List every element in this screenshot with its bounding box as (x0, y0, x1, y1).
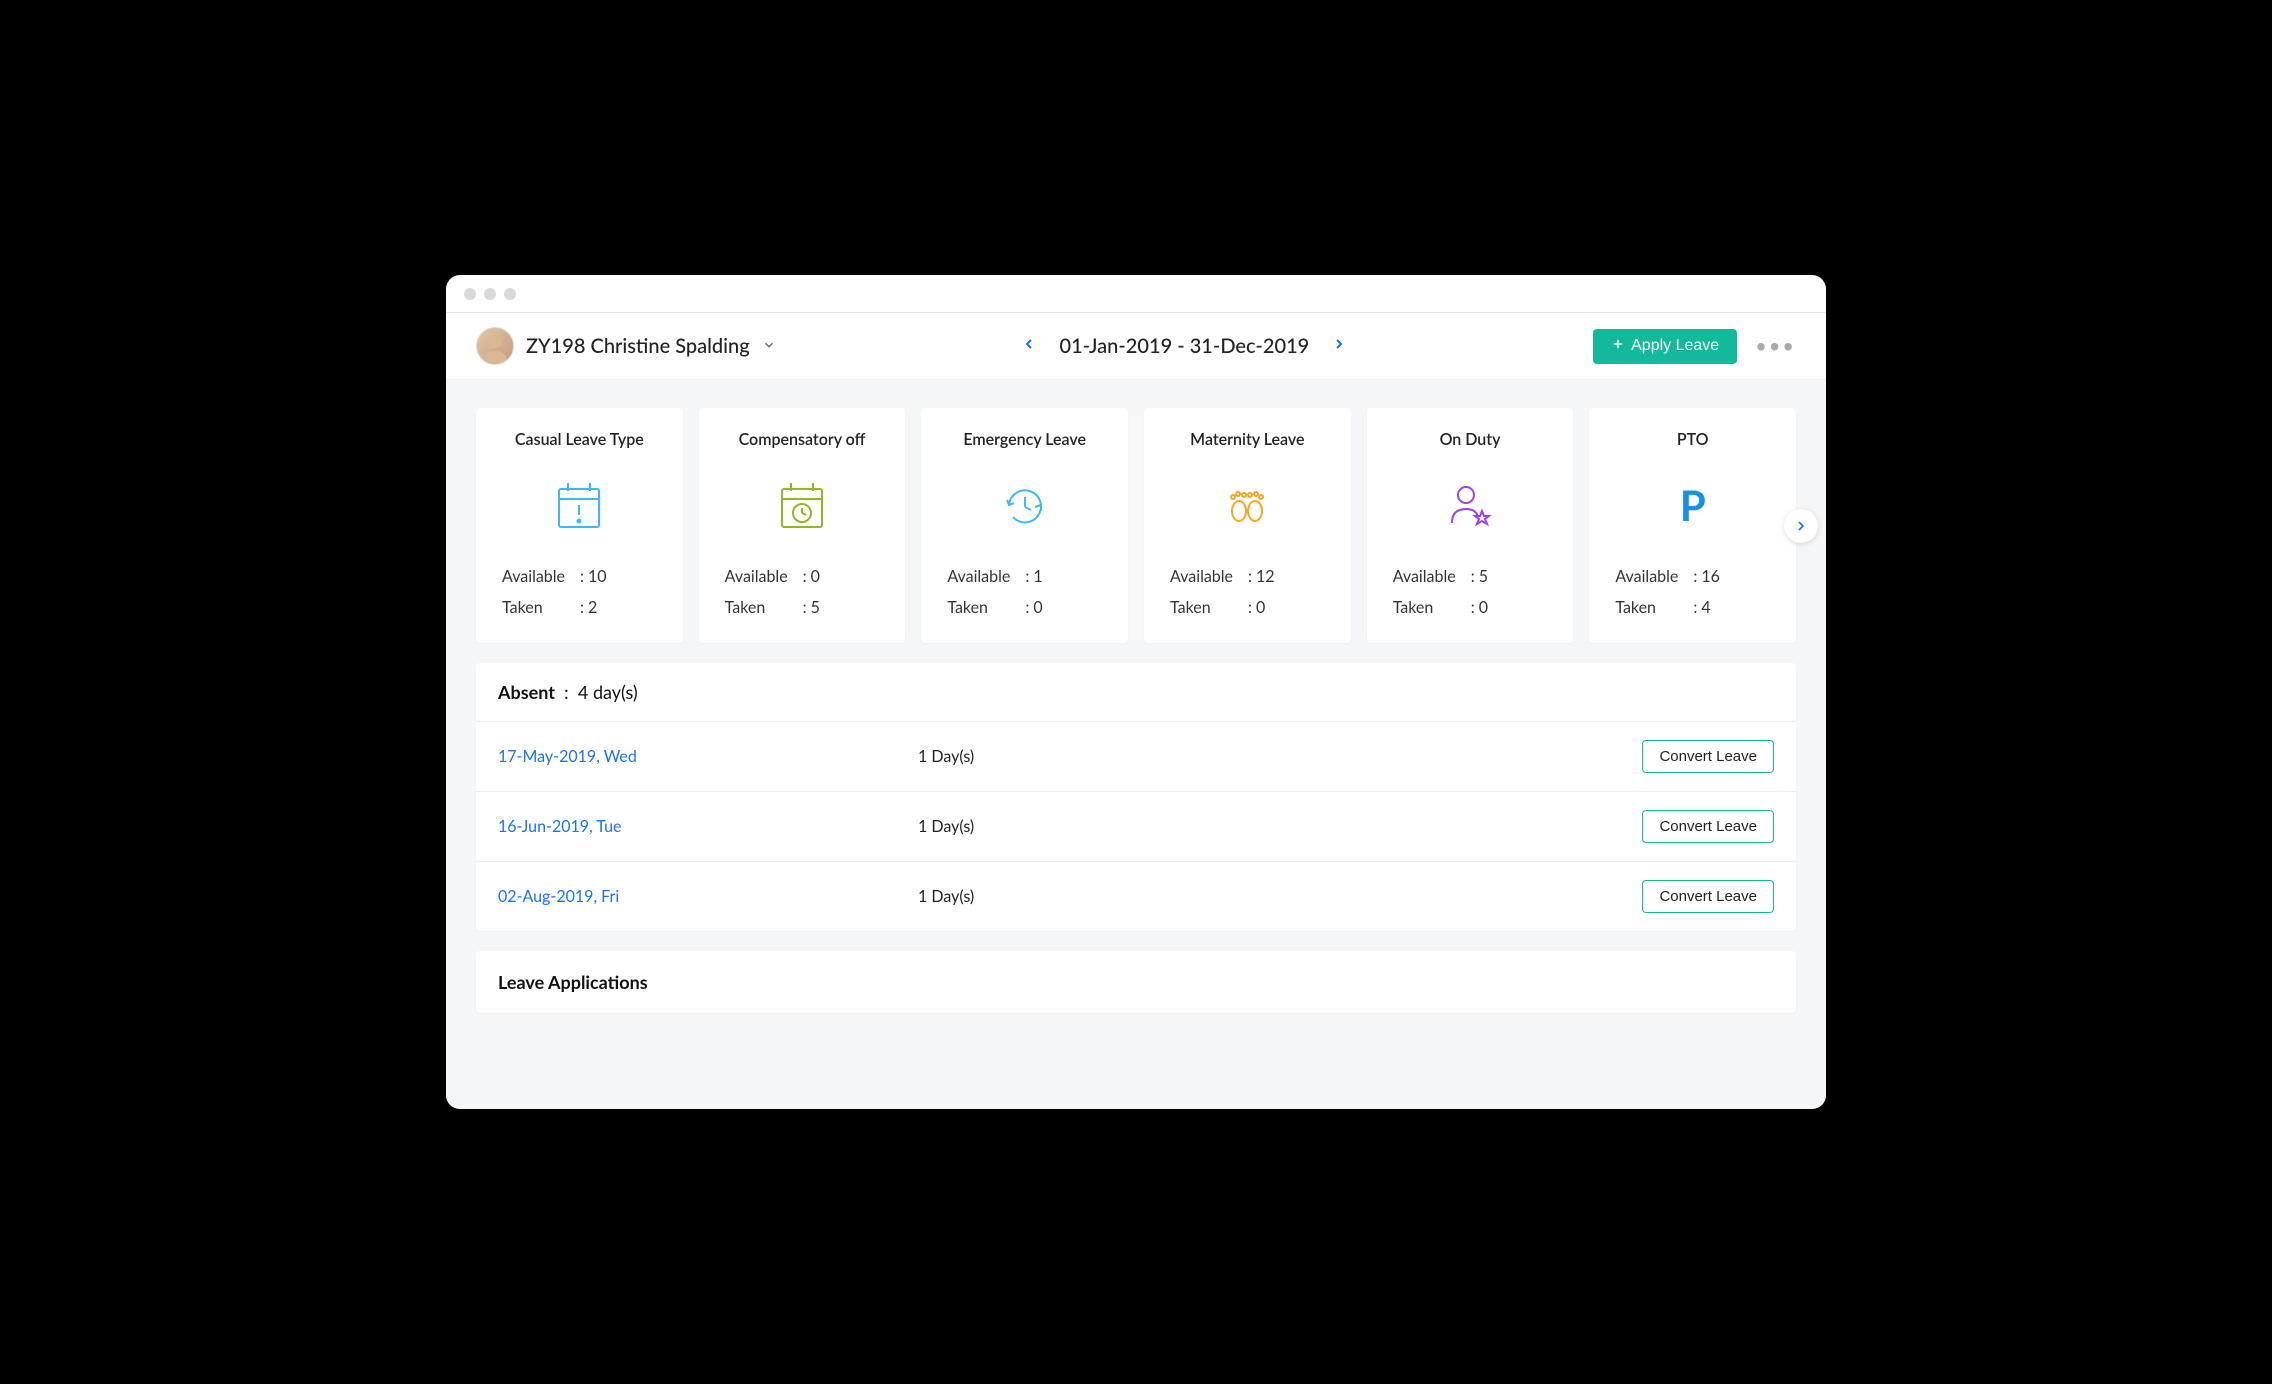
traffic-light-minimize[interactable] (484, 288, 496, 300)
absent-row: 17-May-2019, Wed 1 Day(s) Convert Leave (476, 722, 1796, 792)
absent-duration: 1 Day(s) (918, 887, 1642, 906)
header-actions: Apply Leave ••• (1593, 329, 1796, 364)
more-options-button[interactable]: ••• (1755, 334, 1796, 358)
person-star-icon (1442, 477, 1498, 533)
pto-letter-icon: P (1665, 477, 1721, 533)
date-prev-button[interactable] (1017, 332, 1041, 360)
convert-leave-button[interactable]: Convert Leave (1642, 810, 1774, 843)
date-range-text[interactable]: 01-Jan-2019 - 31-Dec-2019 (1059, 334, 1309, 358)
leave-card-compensatory[interactable]: Compensatory off Available:0 Taken:5 (699, 408, 906, 643)
window-titlebar (446, 275, 1826, 313)
card-title: Maternity Leave (1190, 430, 1304, 449)
leave-card-pto[interactable]: PTO P Available:16 Taken:4 (1589, 408, 1796, 643)
absent-date-link[interactable]: 17-May-2019, Wed (498, 747, 918, 766)
user-name: ZY198 Christine Spalding (526, 334, 750, 358)
card-title: Casual Leave Type (515, 430, 644, 449)
absent-panel: Absent : 4 day(s) 17-May-2019, Wed 1 Day… (476, 663, 1796, 931)
convert-leave-button[interactable]: Convert Leave (1642, 880, 1774, 913)
chevron-down-icon (762, 337, 776, 356)
date-range-selector: 01-Jan-2019 - 31-Dec-2019 (776, 332, 1593, 360)
apply-leave-label: Apply Leave (1631, 337, 1719, 355)
date-next-button[interactable] (1327, 332, 1351, 360)
plus-icon (1611, 337, 1625, 356)
absent-row: 02-Aug-2019, Fri 1 Day(s) Convert Leave (476, 862, 1796, 931)
absent-duration: 1 Day(s) (918, 747, 1642, 766)
card-title: On Duty (1440, 430, 1501, 449)
refresh-clock-icon (997, 477, 1053, 533)
leave-applications-panel: Leave Applications (476, 951, 1796, 1013)
absent-duration: 1 Day(s) (918, 817, 1642, 836)
apply-leave-button[interactable]: Apply Leave (1593, 329, 1737, 364)
calendar-clock-icon (774, 477, 830, 533)
convert-leave-button[interactable]: Convert Leave (1642, 740, 1774, 773)
avatar (476, 327, 514, 365)
calendar-alert-icon (551, 477, 607, 533)
card-title: Emergency Leave (963, 430, 1086, 449)
card-stats: Available:12 Taken:0 (1164, 567, 1331, 617)
absent-date-link[interactable]: 16-Jun-2019, Tue (498, 817, 918, 836)
leave-card-onduty[interactable]: On Duty Available:5 Taken:0 (1367, 408, 1574, 643)
absent-row: 16-Jun-2019, Tue 1 Day(s) Convert Leave (476, 792, 1796, 862)
traffic-light-close[interactable] (464, 288, 476, 300)
page-body: Casual Leave Type Available:10 Taken:2 (446, 380, 1826, 1109)
card-stats: Available:5 Taken:0 (1387, 567, 1554, 617)
leave-applications-heading: Leave Applications (476, 951, 1796, 1013)
leave-card-casual[interactable]: Casual Leave Type Available:10 Taken:2 (476, 408, 683, 643)
user-selector[interactable]: ZY198 Christine Spalding (476, 327, 776, 365)
baby-feet-icon (1219, 477, 1275, 533)
card-title: PTO (1677, 430, 1709, 449)
app-window: ZY198 Christine Spalding 01-Jan-2019 - 3… (446, 275, 1826, 1109)
cards-scroll-next-button[interactable] (1784, 509, 1818, 543)
page-header: ZY198 Christine Spalding 01-Jan-2019 - 3… (446, 313, 1826, 380)
absent-heading: Absent : 4 day(s) (476, 663, 1796, 722)
leave-card-emergency[interactable]: Emergency Leave Available:1 Taken:0 (921, 408, 1128, 643)
leave-card-maternity[interactable]: Maternity Leave Available:12 Taken:0 (1144, 408, 1351, 643)
absent-date-link[interactable]: 02-Aug-2019, Fri (498, 887, 918, 906)
card-stats: Available:16 Taken:4 (1609, 567, 1776, 617)
card-stats: Available:0 Taken:5 (719, 567, 886, 617)
card-title: Compensatory off (739, 430, 866, 449)
card-stats: Available:10 Taken:2 (496, 567, 663, 617)
card-stats: Available:1 Taken:0 (941, 567, 1108, 617)
leave-cards-row: Casual Leave Type Available:10 Taken:2 (476, 408, 1796, 643)
traffic-light-zoom[interactable] (504, 288, 516, 300)
